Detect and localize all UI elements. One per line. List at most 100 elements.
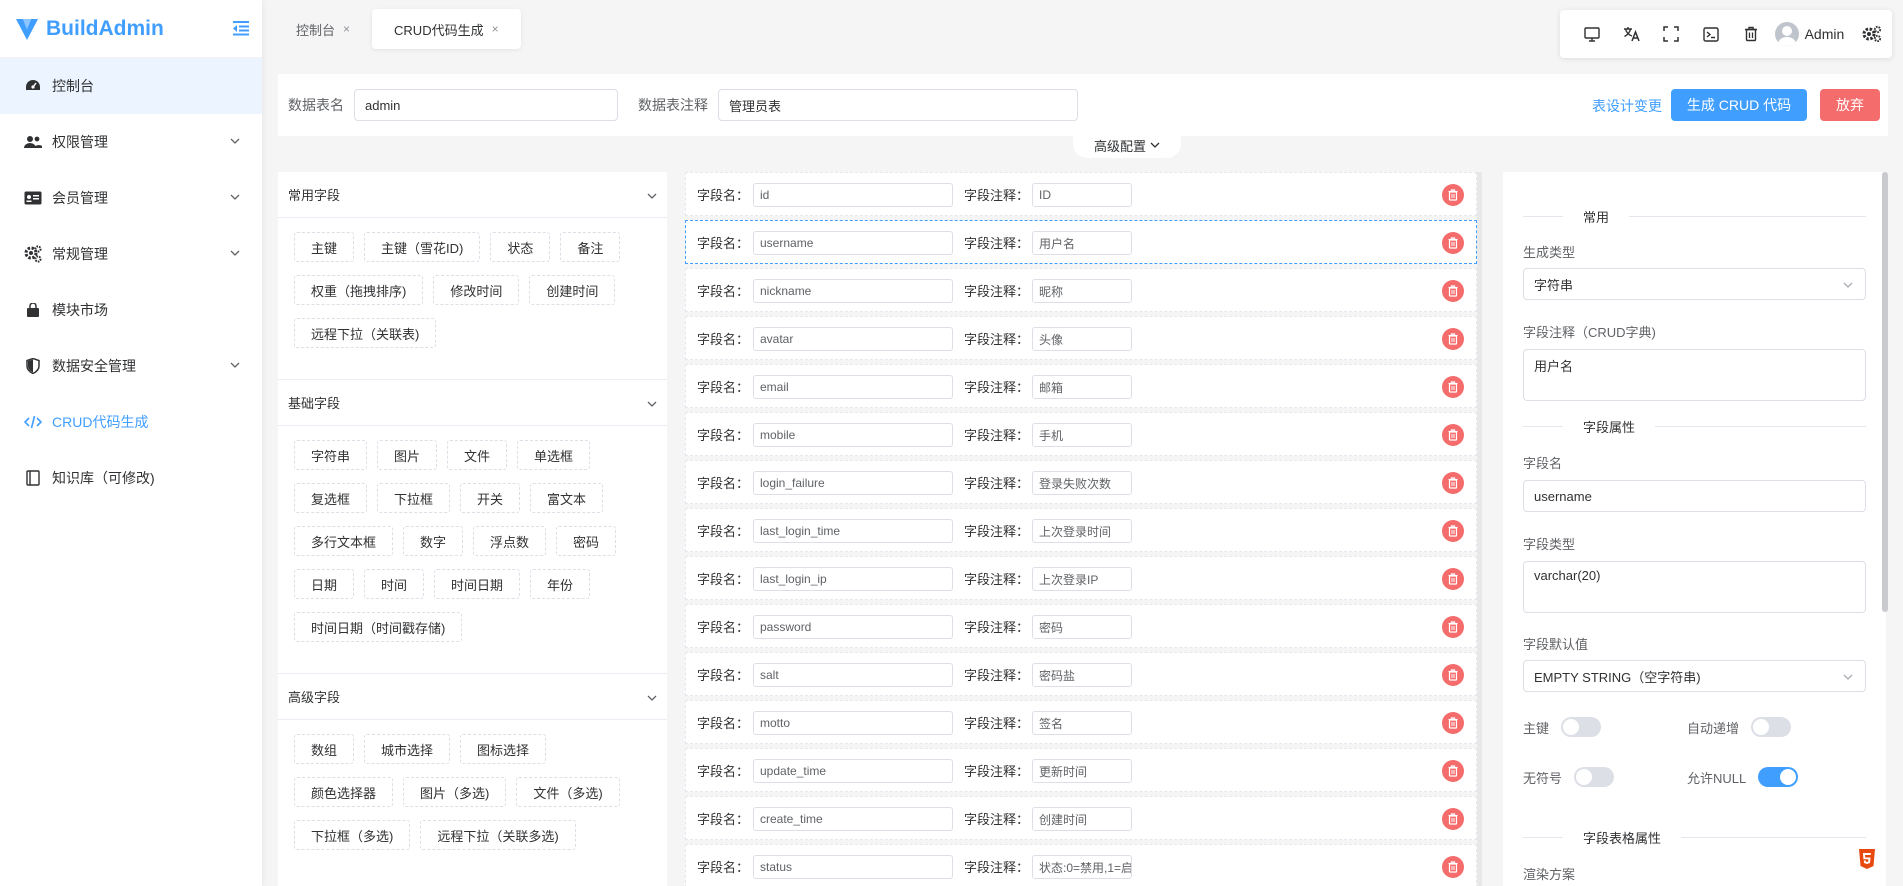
terminal-icon[interactable] — [1691, 14, 1731, 54]
field-chip[interactable]: 颜色选择器 — [294, 777, 394, 807]
field-row[interactable]: 字段名： status 字段注释： 状态:0=禁用,1=启 — [685, 844, 1477, 886]
section-advanced-fields[interactable]: 高级字段 — [278, 674, 667, 720]
field-name-input[interactable]: avatar — [753, 327, 953, 351]
section-common-fields[interactable]: 常用字段 — [278, 172, 667, 218]
field-type-textarea[interactable]: varchar(20) — [1523, 561, 1866, 613]
field-row[interactable]: 字段名： nickname 字段注释： 昵称 — [685, 268, 1477, 312]
field-chip[interactable]: 权重（拖拽排序) — [294, 275, 424, 305]
delete-field-button[interactable] — [1442, 856, 1464, 878]
primary-key-switch[interactable] — [1561, 717, 1602, 737]
delete-field-button[interactable] — [1442, 520, 1464, 542]
field-chip[interactable]: 开关 — [460, 483, 521, 513]
field-row[interactable]: 字段名： update_time 字段注释： 更新时间 — [685, 748, 1477, 792]
field-name-input[interactable]: last_login_time — [753, 519, 953, 543]
sidebar-item-members[interactable]: 会员管理 — [0, 170, 262, 226]
field-comment-input[interactable]: 签名 — [1032, 711, 1132, 735]
field-name-input[interactable]: login_failure — [753, 471, 953, 495]
user-menu[interactable]: Admin — [1774, 22, 1844, 46]
field-row[interactable]: 字段名： last_login_ip 字段注释： 上次登录IP — [685, 556, 1477, 600]
field-row[interactable]: 字段名： mobile 字段注释： 手机 — [685, 412, 1477, 456]
field-row[interactable]: 字段名： avatar 字段注释： 头像 — [685, 316, 1477, 360]
trash-icon[interactable] — [1731, 14, 1771, 54]
design-change-link[interactable]: 表设计变更 — [1592, 96, 1662, 116]
allow-null-switch[interactable] — [1758, 767, 1799, 787]
field-chip[interactable]: 备注 — [560, 232, 621, 262]
delete-field-button[interactable] — [1442, 568, 1464, 590]
delete-field-button[interactable] — [1442, 280, 1464, 302]
sidebar-item-knowledge-base[interactable]: 知识库（可修改) — [0, 450, 262, 506]
field-chip[interactable]: 主键（雪花ID) — [364, 232, 481, 262]
field-chip[interactable]: 时间 — [364, 569, 425, 599]
field-row[interactable]: 字段名： create_time 字段注释： 创建时间 — [685, 796, 1477, 840]
field-chip[interactable]: 时间日期（时间戳存储) — [294, 612, 463, 642]
field-name-input[interactable]: create_time — [753, 807, 953, 831]
field-chip[interactable]: 年份 — [530, 569, 591, 599]
delete-field-button[interactable] — [1442, 472, 1464, 494]
field-chip[interactable]: 文件（多选) — [516, 777, 620, 807]
field-chip[interactable]: 数字 — [403, 526, 464, 556]
field-chip[interactable]: 下拉框 — [377, 483, 451, 513]
field-comment-input[interactable]: ID — [1032, 183, 1132, 207]
field-name-input[interactable]: salt — [753, 663, 953, 687]
field-name-input[interactable]: nickname — [753, 279, 953, 303]
field-row[interactable]: 字段名： salt 字段注释： 密码盐 — [685, 652, 1477, 696]
field-row[interactable]: 字段名： motto 字段注释： 签名 — [685, 700, 1477, 744]
field-list-scrollbar[interactable] — [1477, 172, 1482, 886]
field-comment-input[interactable]: 手机 — [1032, 423, 1132, 447]
delete-field-button[interactable] — [1442, 616, 1464, 638]
delete-field-button[interactable] — [1442, 808, 1464, 830]
field-chip[interactable]: 图标选择 — [460, 734, 547, 764]
field-comment-input[interactable]: 登录失败次数 — [1032, 471, 1132, 495]
delete-field-button[interactable] — [1442, 664, 1464, 686]
field-chip[interactable]: 数组 — [294, 734, 355, 764]
sidebar-item-data-security[interactable]: 数据安全管理 — [0, 338, 262, 394]
delete-field-button[interactable] — [1442, 184, 1464, 206]
sidebar-item-dashboard[interactable]: 控制台 — [0, 58, 262, 114]
delete-field-button[interactable] — [1442, 328, 1464, 350]
field-row[interactable]: 字段名： last_login_time 字段注释： 上次登录时间 — [685, 508, 1477, 552]
field-chip[interactable]: 浮点数 — [473, 526, 547, 556]
delete-field-button[interactable] — [1442, 712, 1464, 734]
field-chip[interactable]: 富文本 — [530, 483, 604, 513]
field-comment-input[interactable]: 头像 — [1032, 327, 1132, 351]
field-name-input[interactable]: username — [1523, 480, 1866, 512]
field-chip[interactable]: 远程下拉（关联多选) — [420, 820, 576, 850]
sidebar-item-general[interactable]: 常规管理 — [0, 226, 262, 282]
field-name-input[interactable]: status — [753, 855, 953, 879]
field-chip[interactable]: 字符串 — [294, 440, 368, 470]
default-select[interactable]: EMPTY STRING（空字符串) — [1523, 660, 1866, 692]
monitor-icon[interactable] — [1572, 14, 1612, 54]
unsigned-switch[interactable] — [1574, 767, 1615, 787]
field-name-input[interactable]: id — [753, 183, 953, 207]
comment-textarea[interactable]: 用户名 — [1523, 349, 1866, 401]
field-comment-input[interactable]: 创建时间 — [1032, 807, 1132, 831]
field-chip[interactable]: 文件 — [447, 440, 508, 470]
field-chip[interactable]: 城市选择 — [364, 734, 451, 764]
gen-type-select[interactable]: 字符串 — [1523, 268, 1866, 300]
field-chip[interactable]: 状态 — [490, 232, 551, 262]
abandon-button[interactable]: 放弃 — [1820, 89, 1880, 121]
delete-field-button[interactable] — [1442, 232, 1464, 254]
field-comment-input[interactable]: 密码盐 — [1032, 663, 1132, 687]
section-basic-fields[interactable]: 基础字段 — [278, 380, 667, 426]
field-chip[interactable]: 密码 — [556, 526, 617, 556]
sidebar-item-crud[interactable]: CRUD代码生成 — [0, 394, 262, 450]
sidebar-item-permissions[interactable]: 权限管理 — [0, 114, 262, 170]
advanced-config-toggle[interactable]: 高级配置 — [1073, 132, 1181, 158]
field-name-input[interactable]: email — [753, 375, 953, 399]
field-comment-input[interactable]: 状态:0=禁用,1=启 — [1032, 855, 1132, 879]
field-chip[interactable]: 图片 — [377, 440, 438, 470]
settings-icon[interactable] — [1852, 14, 1892, 54]
field-row[interactable]: 字段名： email 字段注释： 邮箱 — [685, 364, 1477, 408]
logo[interactable]: BuildAdmin — [0, 0, 262, 58]
delete-field-button[interactable] — [1442, 376, 1464, 398]
field-chip[interactable]: 创建时间 — [529, 275, 616, 305]
tab-dashboard[interactable]: 控制台 × — [274, 9, 372, 49]
field-comment-input[interactable]: 邮箱 — [1032, 375, 1132, 399]
field-chip[interactable]: 单选框 — [517, 440, 591, 470]
field-name-input[interactable]: mobile — [753, 423, 953, 447]
field-comment-input[interactable]: 用户名 — [1032, 231, 1132, 255]
field-chip[interactable]: 下拉框（多选) — [294, 820, 411, 850]
properties-scrollbar[interactable] — [1882, 172, 1888, 612]
field-row[interactable]: 字段名： username 字段注释： 用户名 — [685, 220, 1477, 264]
